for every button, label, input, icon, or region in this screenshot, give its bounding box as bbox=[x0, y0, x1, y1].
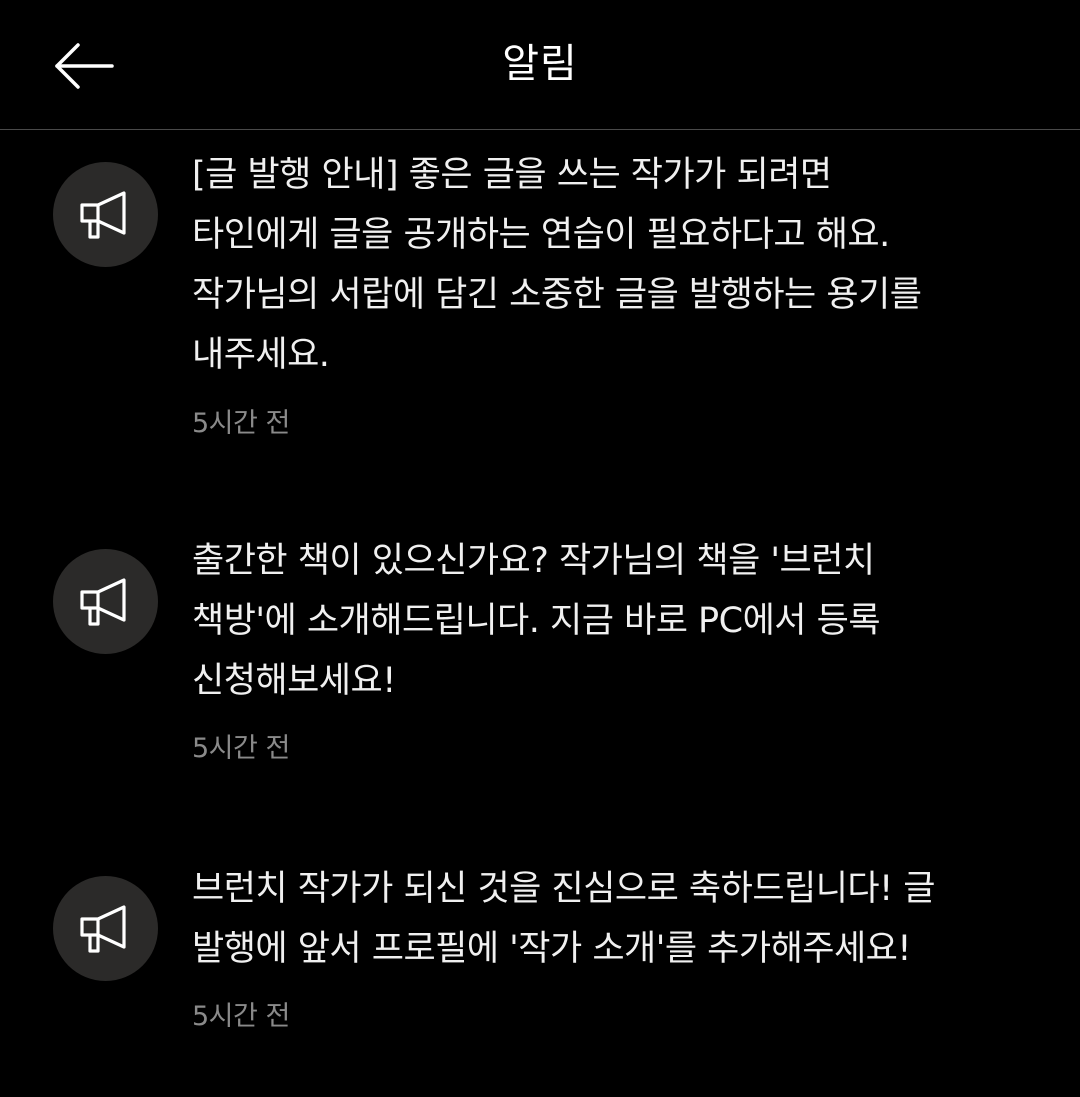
notification-item[interactable]: 출간한 책이 있으신가요? 작가님의 책을 '브런치 책방'에 소개해드립니다.… bbox=[0, 521, 1080, 801]
message-line: 브런치 작가가 되신 것을 진심으로 축하드립니다! 글 bbox=[192, 869, 936, 909]
message-line: 작가님의 서랍에 담긴 소중한 글을 발행하는 용기를 bbox=[192, 275, 922, 315]
notification-time: 5시간 전 bbox=[192, 1001, 290, 1032]
message-line: 타인에게 글을 공개하는 연습이 필요하다고 해요. bbox=[192, 215, 890, 255]
message-line: [글 발행 안내] 좋은 글을 쓰는 작가가 되려면 bbox=[192, 155, 832, 195]
app-header: 알림 bbox=[0, 0, 1080, 130]
notification-message: 브런치 작가가 되신 것을 진심으로 축하드립니다! 글 발행에 앞서 프로필에… bbox=[192, 859, 1012, 979]
notification-item[interactable]: 브런치 작가가 되신 것을 진심으로 축하드립니다! 글 발행에 앞서 프로필에… bbox=[0, 849, 1080, 1069]
message-line: 내주세요. bbox=[192, 335, 330, 375]
message-line: 책방'에 소개해드립니다. 지금 바로 PC에서 등록 bbox=[192, 601, 881, 641]
notification-time: 5시간 전 bbox=[192, 408, 290, 439]
notification-avatar bbox=[53, 876, 158, 981]
notification-avatar bbox=[53, 549, 158, 654]
page-title: 알림 bbox=[502, 41, 578, 87]
notification-message: [글 발행 안내] 좋은 글을 쓰는 작가가 되려면 타인에게 글을 공개하는 … bbox=[192, 145, 1012, 385]
notification-avatar bbox=[53, 162, 158, 267]
notification-message: 출간한 책이 있으신가요? 작가님의 책을 '브런치 책방'에 소개해드립니다.… bbox=[192, 531, 1012, 711]
message-line: 출간한 책이 있으신가요? 작가님의 책을 '브런치 bbox=[192, 541, 875, 581]
message-line: 신청해보세요! bbox=[192, 661, 396, 701]
notification-item[interactable]: [글 발행 안내] 좋은 글을 쓰는 작가가 되려면 타인에게 글을 공개하는 … bbox=[0, 131, 1080, 471]
notification-time: 5시간 전 bbox=[192, 733, 290, 764]
message-line: 발행에 앞서 프로필에 '작가 소개'를 추가해주세요! bbox=[192, 929, 911, 969]
